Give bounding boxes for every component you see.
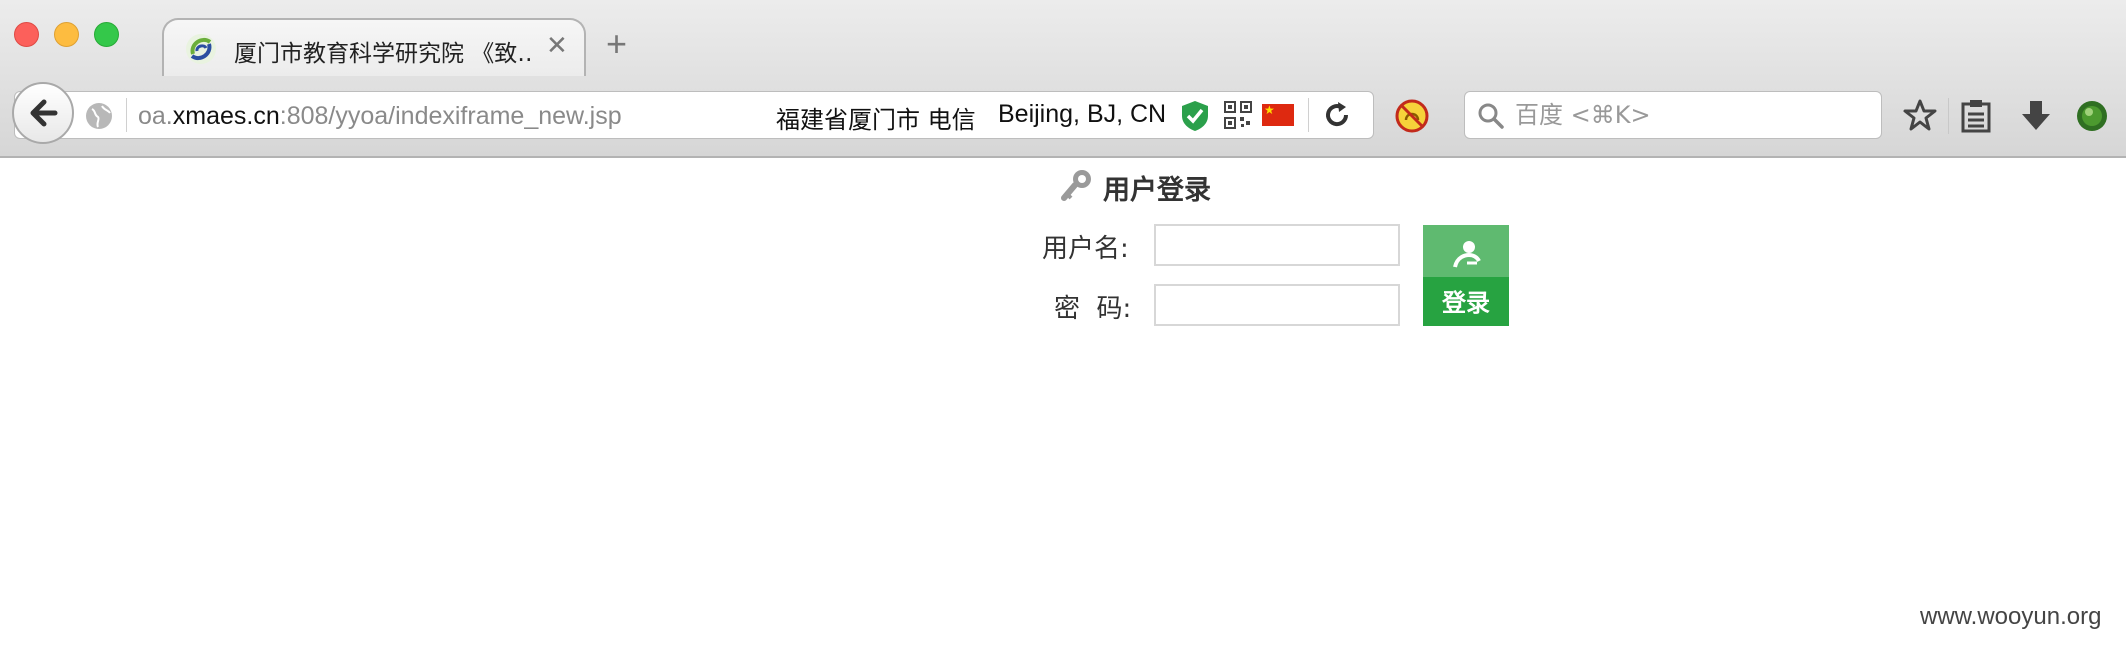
back-arrow-icon (30, 99, 58, 127)
key-icon (1061, 170, 1091, 201)
url-prefix: oa. (138, 102, 173, 130)
new-tab-button[interactable]: + (606, 26, 627, 62)
search-icon (1478, 103, 1504, 129)
tab-close-icon[interactable]: ✕ (546, 30, 568, 61)
address-separator (126, 98, 127, 132)
minimize-window-button[interactable] (54, 22, 79, 47)
search-input[interactable] (1515, 100, 1865, 130)
security-shield-icon[interactable] (1180, 100, 1210, 132)
user-icon (1453, 241, 1481, 268)
tab-title: 厦门市教育科学研究院 《致… (234, 41, 534, 67)
close-window-button[interactable] (14, 22, 39, 47)
login-title: 用户登录 (1103, 175, 1211, 206)
login-button[interactable]: 登录 (1423, 225, 1509, 326)
china-flag-icon: ★ (1262, 104, 1294, 126)
globe-icon (86, 103, 112, 129)
reading-list-icon[interactable] (1958, 98, 1994, 134)
username-label: 用户名: (1042, 234, 1129, 264)
url-text[interactable]: oa.xmaes.cn:808/yyoa/indexiframe_new.jsp (138, 102, 622, 131)
reload-icon[interactable] (1322, 100, 1352, 130)
password-input[interactable] (1154, 284, 1400, 326)
qr-code-icon[interactable] (1224, 101, 1252, 129)
username-input[interactable] (1154, 224, 1400, 266)
back-button[interactable] (12, 82, 74, 144)
search-box[interactable] (1464, 91, 1882, 139)
download-icon[interactable] (2018, 98, 2054, 134)
site-favicon-icon (186, 34, 216, 64)
login-button-label: 登录 (1442, 289, 1490, 317)
zoom-window-button[interactable] (94, 22, 119, 47)
browser-tab[interactable]: 厦门市教育科学研究院 《致… ✕ (162, 18, 586, 76)
server-location: Beijing, BJ, CN (998, 100, 1167, 128)
password-label: 密 码: (1054, 294, 1132, 324)
url-path: :808/yyoa/indexiframe_new.jsp (279, 102, 622, 130)
browser-chrome: 厦门市教育科学研究院 《致… ✕ + oa.xmaes.cn:808/yyoa/… (0, 0, 2126, 158)
toolbar-separator (1948, 98, 1949, 134)
url-host: xmaes.cn (172, 102, 280, 130)
address-separator-2 (1308, 98, 1309, 132)
bookmark-star-icon[interactable] (1902, 98, 1938, 134)
extension-icon[interactable] (2074, 98, 2110, 134)
adblock-icon[interactable] (1394, 98, 1430, 134)
geo-location: 福建省厦门市 电信 (776, 106, 976, 134)
watermark: www.wooyun.org (1920, 603, 2102, 630)
